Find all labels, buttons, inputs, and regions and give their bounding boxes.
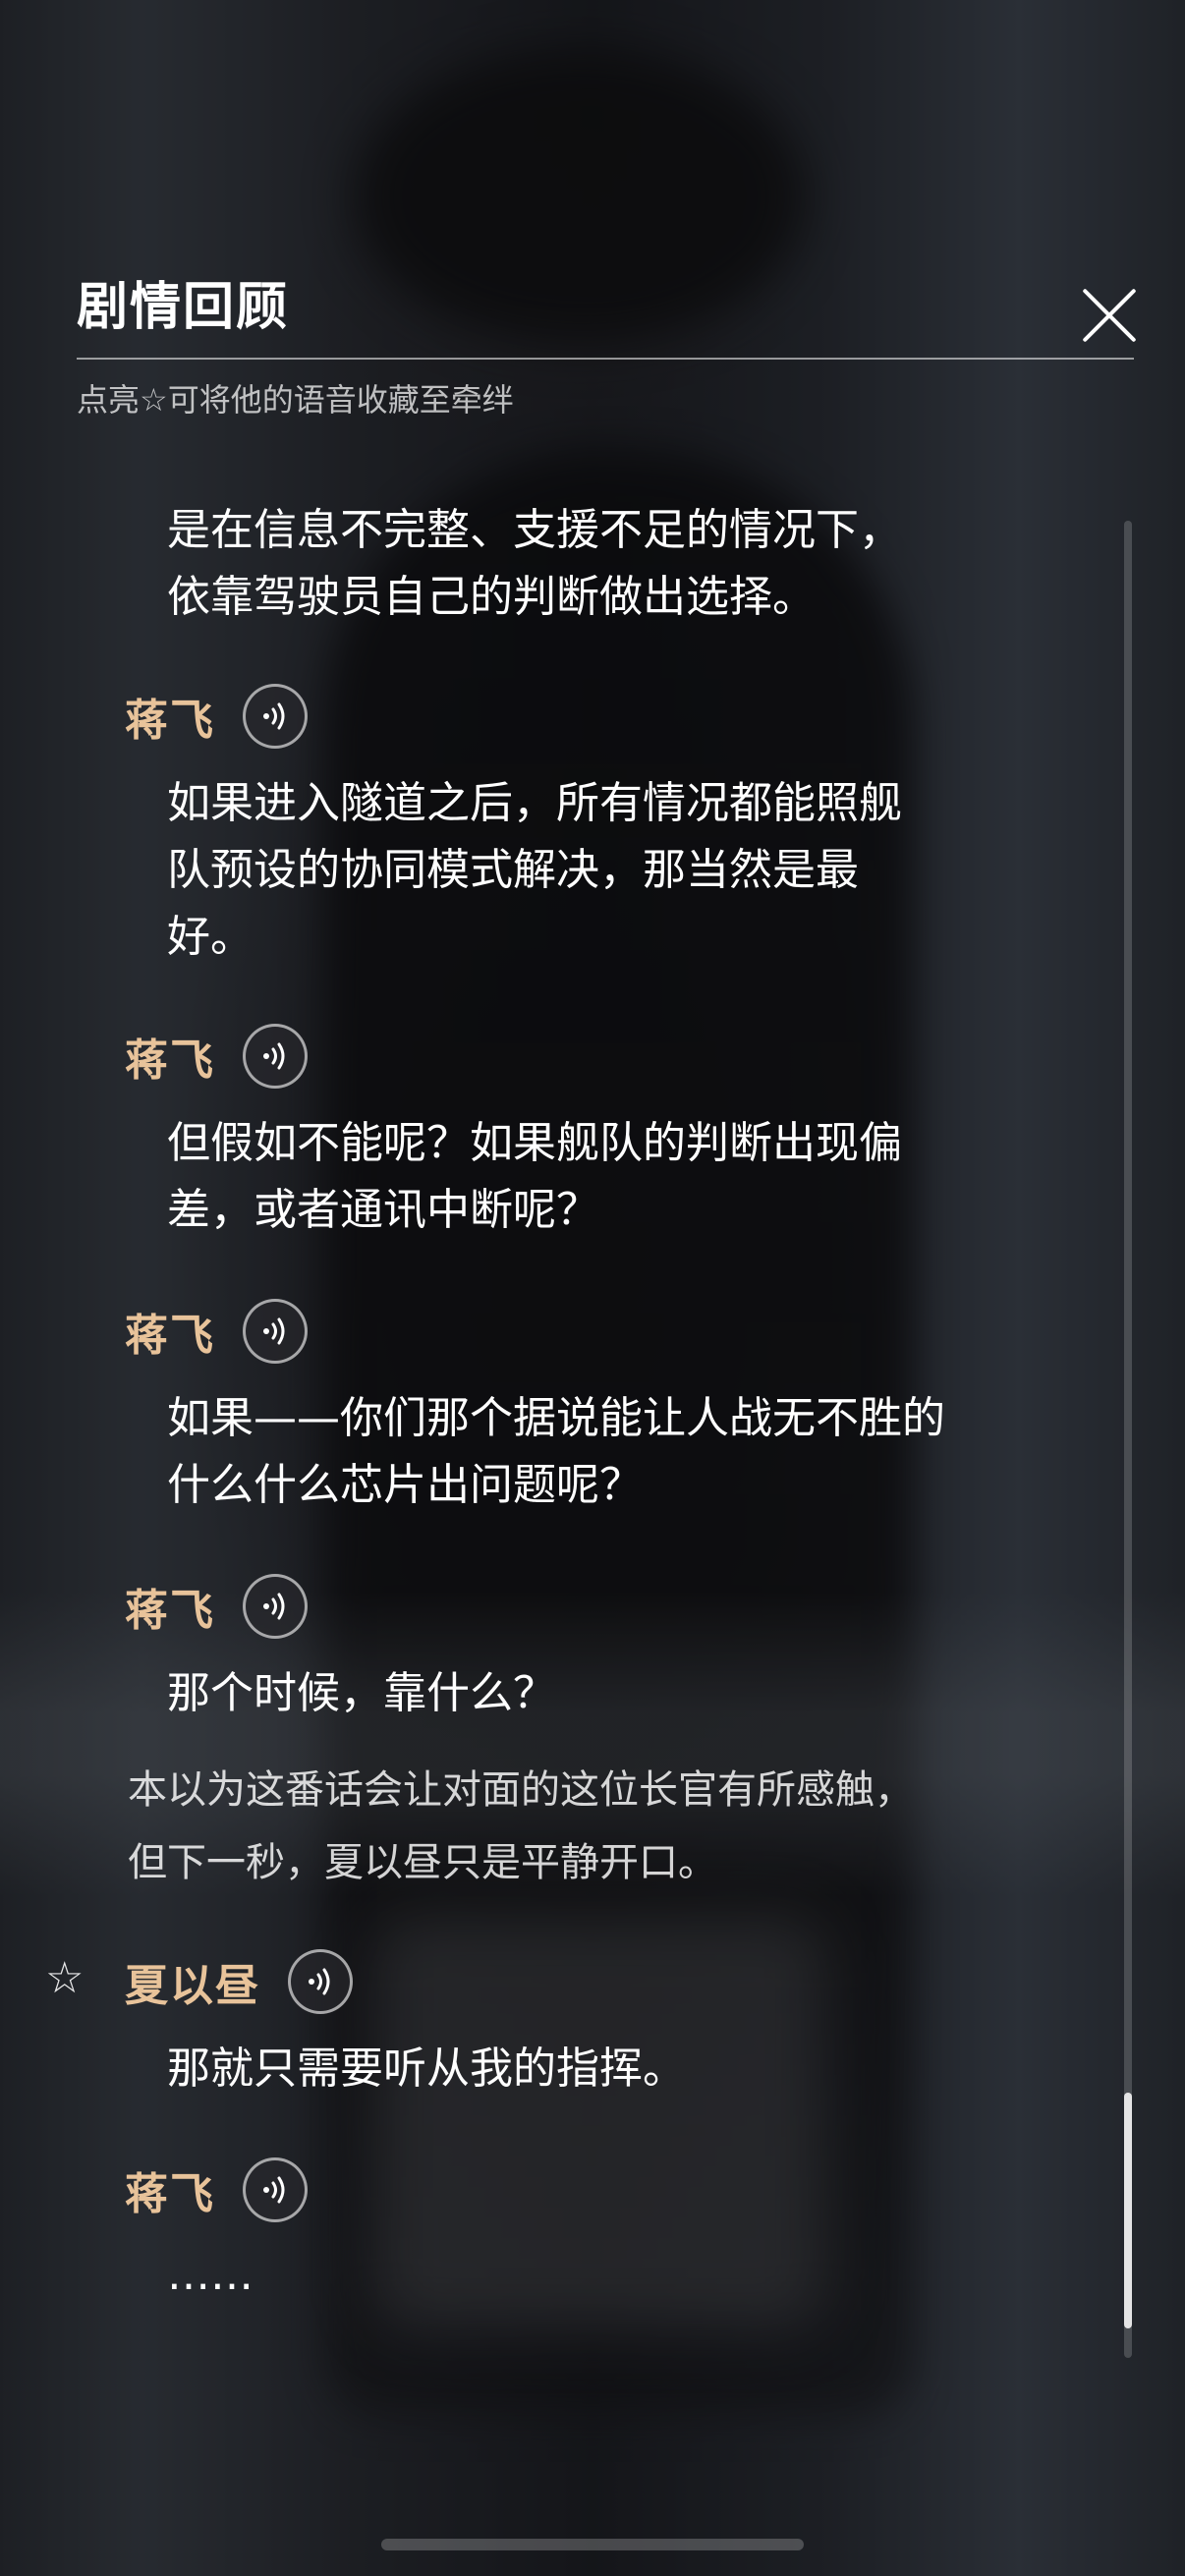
dialogue-line: 如果——你们那个据说能让人战无不胜的 (167, 1393, 945, 1443)
dialogue-line: 依靠驾驶员自己的判断做出选择。 (167, 572, 816, 622)
page-title: 剧情回顾 (77, 277, 290, 337)
sound-wave-icon (263, 2176, 285, 2204)
sound-wave-icon (263, 702, 285, 730)
dialogue-line: 如果进入隧道之后，所有情况都能照舰 (167, 778, 902, 828)
voice-play-button[interactable] (243, 1024, 308, 1089)
speaker-row: 蒋飞 (125, 682, 308, 751)
dialogue-line: 是在信息不完整、支援不足的情况下， (167, 505, 902, 555)
scrollbar-thumb[interactable] (1124, 2093, 1132, 2328)
scrollbar-track[interactable] (1124, 521, 1132, 2358)
voice-play-button[interactable] (243, 684, 308, 749)
page-subtitle: 点亮☆可将他的语音收藏至牵绊 (77, 381, 514, 419)
dialogue-line: 那就只需要听从我的指挥。 (167, 2044, 686, 2094)
speaker-row: 蒋飞 (125, 1297, 308, 1366)
speaker-name: 蒋飞 (125, 1311, 215, 1361)
dialogue-line: 队预设的协同模式解决，那当然是最 (167, 845, 859, 895)
narration-line: 但下一秒，夏以昼只是平静开口。 (128, 1840, 717, 1885)
header-divider (77, 358, 1134, 360)
speaker-name: 蒋飞 (125, 2169, 215, 2219)
close-icon[interactable] (1081, 287, 1138, 344)
home-indicator[interactable] (381, 2539, 804, 2550)
sound-wave-icon (263, 1042, 285, 1070)
narration-line: 本以为这番话会让对面的这位长官有所感触， (128, 1767, 914, 1813)
voice-play-button[interactable] (243, 1299, 308, 1364)
dialogue-line: 但假如不能呢？如果舰队的判断出现偏 (167, 1118, 902, 1168)
star-outline-icon[interactable]: ☆ (45, 1953, 84, 2003)
speaker-row: 蒋飞 (125, 1572, 308, 1641)
speaker-name: 蒋飞 (125, 1586, 215, 1636)
sound-wave-icon (263, 1317, 285, 1345)
voice-play-button[interactable] (288, 1949, 353, 2014)
sound-wave-icon (309, 1968, 330, 1995)
dialogue-line: 那个时候，靠什么？ (167, 1668, 556, 1718)
speaker-row: 夏以昼 (125, 1947, 353, 2016)
speaker-name: 蒋飞 (125, 1036, 215, 1086)
dialogue-line: 差，或者通讯中断呢？ (167, 1185, 599, 1235)
voice-play-button[interactable] (243, 2157, 308, 2222)
sound-wave-icon (263, 1593, 285, 1620)
speaker-name: 蒋飞 (125, 696, 215, 746)
dialogue-line: 好。 (167, 912, 254, 962)
speaker-row: 蒋飞 (125, 1022, 308, 1091)
voice-play-button[interactable] (243, 1574, 308, 1639)
speaker-row: 蒋飞 (125, 2156, 308, 2224)
dialogue-line: 什么什么芯片出问题呢？ (167, 1460, 643, 1510)
speaker-name: 夏以昼 (125, 1961, 260, 2011)
dialogue-line: …… (167, 2250, 254, 2300)
